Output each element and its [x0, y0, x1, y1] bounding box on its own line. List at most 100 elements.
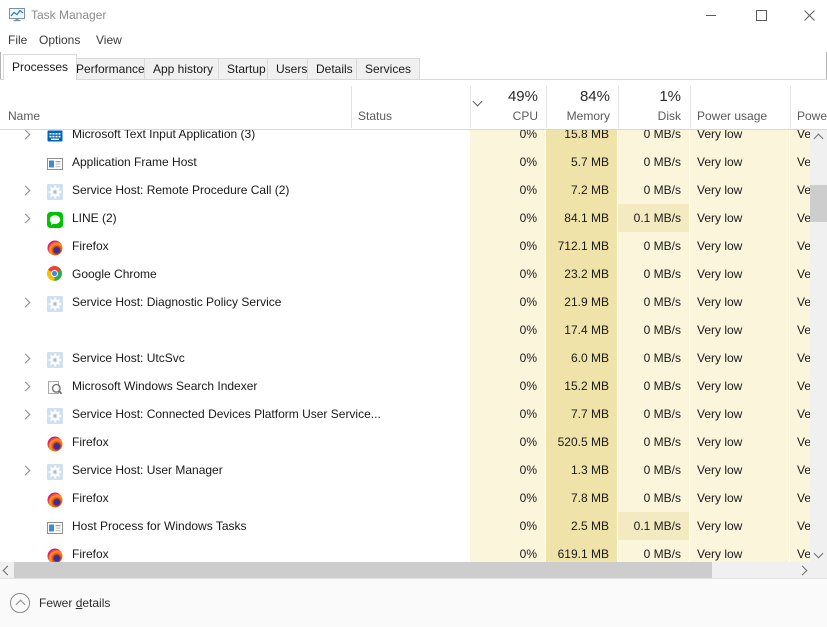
process-row[interactable]: 0%17.4 MB0 MB/sVery lowVe: [0, 316, 810, 344]
horizontal-scrollbar[interactable]: [0, 562, 810, 578]
cpu-total-percent: 49%: [470, 88, 538, 105]
disk-cell: 0.1 MB/s: [618, 512, 690, 540]
process-name: Application Frame Host: [72, 155, 197, 169]
process-row[interactable]: Microsoft Windows Search Indexer0%15.2 M…: [0, 372, 810, 400]
process-name: Microsoft Windows Search Indexer: [72, 379, 257, 393]
column-cpu[interactable]: CPU: [470, 109, 538, 123]
menubar: File Options View: [0, 30, 827, 52]
tab-details[interactable]: Details: [307, 58, 362, 80]
keyboard-icon: [47, 130, 63, 142]
expand-chevron-icon[interactable]: [22, 204, 36, 232]
process-name-cell: Service Host: UtcSvc: [0, 344, 470, 372]
process-name: Service Host: User Manager: [72, 463, 223, 477]
minimize-button[interactable]: [688, 0, 734, 30]
process-row[interactable]: Service Host: User Manager0%1.3 MB0 MB/s…: [0, 456, 810, 484]
process-name-cell: Firefox: [0, 484, 470, 512]
process-row[interactable]: Service Host: Connected Devices Platform…: [0, 400, 810, 428]
process-row[interactable]: Service Host: UtcSvc0%6.0 MB0 MB/sVery l…: [0, 344, 810, 372]
expand-chevron-icon[interactable]: [22, 400, 36, 428]
process-name: Service Host: Diagnostic Policy Service: [72, 295, 281, 309]
close-icon: [804, 10, 815, 21]
menu-view[interactable]: View: [96, 30, 122, 52]
column-status[interactable]: Status: [358, 109, 392, 123]
expand-chevron-icon[interactable]: [22, 288, 36, 316]
tab-services[interactable]: Services: [356, 58, 420, 80]
process-row[interactable]: Firefox0%712.1 MB0 MB/sVery lowVe: [0, 232, 810, 260]
cpu-cell: 0%: [470, 260, 546, 288]
maximize-button[interactable]: [738, 0, 784, 30]
cpu-cell: 0%: [470, 512, 546, 540]
memory-cell: 2.5 MB: [546, 512, 618, 540]
window-title: Task Manager: [31, 0, 106, 30]
power-usage-cell: Very low: [690, 204, 790, 232]
power-trend-cell: Ve: [790, 148, 810, 176]
scroll-down-button[interactable]: [810, 545, 827, 562]
firefox-icon: [47, 434, 63, 450]
process-row[interactable]: LINE (2)0%84.1 MB0.1 MB/sVery lowVe: [0, 204, 810, 232]
process-row[interactable]: Firefox0%520.5 MB0 MB/sVery lowVe: [0, 428, 810, 456]
process-row[interactable]: Service Host: Remote Procedure Call (2)0…: [0, 176, 810, 204]
disk-cell: 0 MB/s: [618, 176, 690, 204]
process-row[interactable]: Application Frame Host0%5.7 MB0 MB/sVery…: [0, 148, 810, 176]
power-trend-cell: Ve: [790, 540, 810, 562]
tab-processes[interactable]: Processes: [3, 54, 77, 80]
power-usage-cell: Very low: [690, 130, 790, 148]
expand-chevron-icon[interactable]: [22, 456, 36, 484]
tab-performance[interactable]: Performance: [67, 58, 154, 80]
column-name[interactable]: Name: [8, 109, 40, 123]
gear-icon: [47, 294, 63, 310]
column-memory[interactable]: Memory: [546, 109, 610, 123]
process-row[interactable]: Firefox0%7.8 MB0 MB/sVery lowVe: [0, 484, 810, 512]
disk-cell: 0 MB/s: [618, 232, 690, 260]
process-row[interactable]: Service Host: Diagnostic Policy Service 0…: [0, 288, 810, 316]
process-name-cell: Firefox: [0, 232, 470, 260]
column-header: Name Status 49% CPU 84% Memory 1% Disk P…: [0, 80, 827, 130]
expand-chevron-icon[interactable]: [22, 130, 36, 148]
memory-cell: 712.1 MB: [546, 232, 618, 260]
menu-options[interactable]: Options: [39, 30, 80, 52]
tab-app-history[interactable]: App history: [144, 58, 222, 80]
fewer-details-button[interactable]: Fewer details: [10, 593, 110, 613]
cpu-cell: 0%: [470, 456, 546, 484]
collapse-circle-icon: [10, 593, 30, 613]
disk-cell: 0 MB/s: [618, 148, 690, 176]
scroll-right-button[interactable]: [795, 562, 810, 578]
disk-cell: 0 MB/s: [618, 456, 690, 484]
column-disk[interactable]: Disk: [618, 109, 681, 123]
expand-chevron-icon[interactable]: [22, 344, 36, 372]
cpu-cell: 0%: [470, 344, 546, 372]
vertical-scrollbar-thumb[interactable]: [810, 185, 827, 222]
memory-cell: 7.7 MB: [546, 400, 618, 428]
power-usage-cell: Very low: [690, 512, 790, 540]
power-usage-cell: Very low: [690, 288, 790, 316]
power-trend-cell: Ve: [790, 176, 810, 204]
process-row[interactable]: Microsoft Text Input Application (3)0%15…: [0, 130, 810, 148]
cpu-cell: 0%: [470, 288, 546, 316]
memory-cell: 17.4 MB: [546, 316, 618, 344]
close-button[interactable]: [786, 0, 827, 30]
expand-chevron-icon[interactable]: [22, 372, 36, 400]
power-trend-cell: Ve: [790, 316, 810, 344]
power-usage-cell: Very low: [690, 260, 790, 288]
column-power-usage-trend[interactable]: Powe: [797, 109, 827, 123]
firefox-icon: [47, 238, 63, 254]
cpu-cell: 0%: [470, 130, 546, 148]
window-icon: [47, 518, 63, 534]
firefox-icon: [47, 546, 63, 562]
expand-chevron-icon[interactable]: [22, 176, 36, 204]
power-trend-cell: Ve: [790, 232, 810, 260]
menu-file[interactable]: File: [8, 30, 27, 52]
process-row[interactable]: Host Process for Windows Tasks0%2.5 MB0.…: [0, 512, 810, 540]
horizontal-scrollbar-thumb[interactable]: [14, 562, 712, 578]
line-icon: [47, 210, 63, 226]
process-name: Firefox: [72, 435, 109, 449]
process-row[interactable]: Firefox0%619.1 MB0 MB/sVery lowVe: [0, 540, 810, 562]
memory-total-percent: 84%: [546, 88, 610, 105]
vertical-scrollbar[interactable]: [810, 130, 827, 562]
process-row[interactable]: Google Chrome0%23.2 MB0 MB/sVery lowVe: [0, 260, 810, 288]
scroll-left-button[interactable]: [0, 562, 14, 578]
cpu-cell: 0%: [470, 204, 546, 232]
scroll-up-button[interactable]: [810, 130, 827, 147]
column-power-usage[interactable]: Power usage: [697, 109, 767, 123]
power-trend-cell: Ve: [790, 344, 810, 372]
